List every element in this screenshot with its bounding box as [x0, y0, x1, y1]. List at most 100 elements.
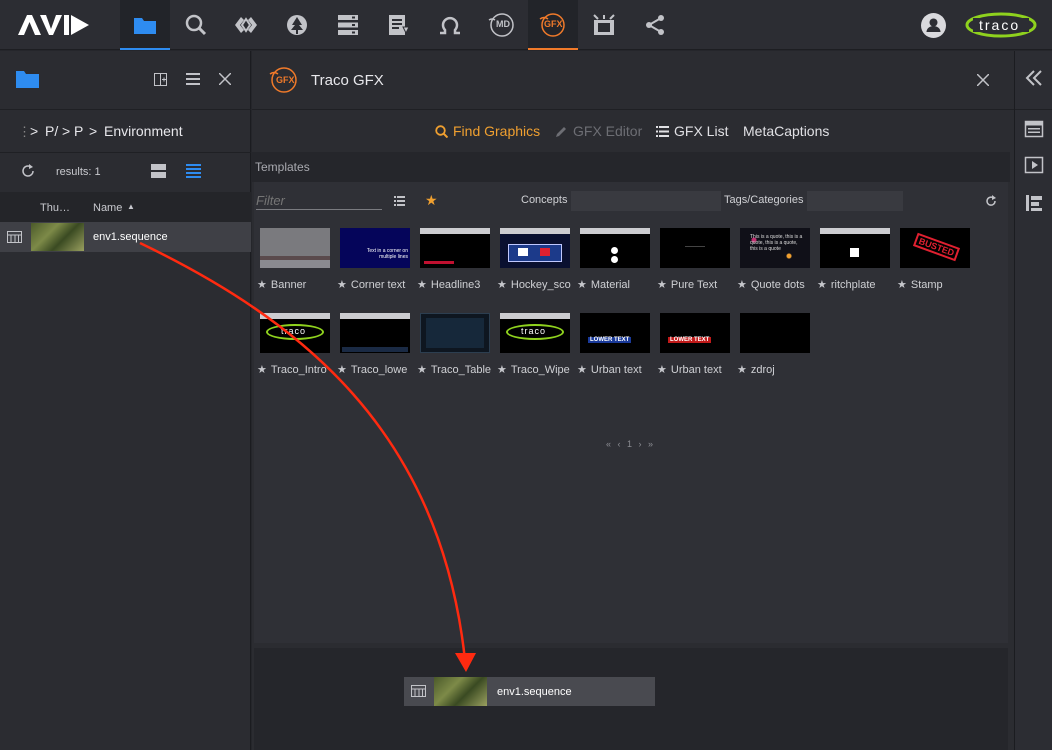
star-icon[interactable]: ★ [817, 279, 827, 291]
list-icon [656, 125, 669, 137]
close-icon[interactable] [977, 74, 989, 86]
nav-browse-button[interactable] [120, 0, 170, 50]
template-label: ★ Urban text [657, 364, 722, 376]
nav-gfx-button[interactable]: GFX [528, 0, 578, 50]
omega-icon [440, 16, 460, 35]
breadcrumb-separator: > [89, 123, 98, 139]
template-tile[interactable]: traco ★ Traco_Intro [257, 313, 333, 376]
template-tile[interactable]: ★ Pure Text [657, 228, 733, 291]
template-tile[interactable]: This is a quote, this is a quote, this i… [737, 228, 813, 291]
star-icon[interactable]: ★ [497, 364, 507, 376]
tab-find-graphics[interactable]: Find Graphics [435, 123, 540, 139]
nav-search-button[interactable] [171, 0, 221, 50]
column-header-thumbnail[interactable]: Thu… [40, 202, 70, 214]
panel-icon[interactable] [1024, 119, 1044, 139]
star-icon[interactable]: ★ [577, 364, 587, 376]
template-thumbnail: LOWER TEXT [580, 313, 650, 353]
star-icon[interactable]: ★ [737, 279, 747, 291]
template-thumbnail [260, 228, 330, 268]
template-label: ★ Urban text [577, 364, 642, 376]
menu-icon[interactable] [186, 73, 200, 85]
close-icon[interactable] [219, 73, 231, 85]
concepts-select[interactable] [571, 191, 721, 211]
star-icon[interactable]: ★ [897, 279, 907, 291]
template-tile[interactable]: ★ ritchplate [817, 228, 893, 291]
template-tile[interactable]: BUSTED ★ Stamp [897, 228, 973, 291]
template-tile[interactable]: ★ Traco_lowe [337, 313, 413, 376]
tab-gfx-editor[interactable]: GFX Editor [555, 123, 642, 139]
star-icon[interactable]: ★ [737, 364, 747, 376]
star-icon[interactable]: ★ [337, 364, 347, 376]
template-tile[interactable]: ★ Headline3 [417, 228, 493, 291]
user-avatar-button[interactable] [921, 13, 946, 38]
collapse-icon[interactable] [1024, 68, 1044, 88]
traco-logo: traco [965, 11, 1037, 39]
tags-label: Tags/Categories [724, 194, 804, 206]
dragged-item[interactable]: env1.sequence [404, 677, 655, 706]
nav-rundown-button[interactable] [374, 0, 424, 50]
player-icon[interactable] [1024, 155, 1044, 175]
breadcrumb-separator: > [30, 123, 39, 139]
template-tile[interactable]: ★ Hockey_sco [497, 228, 573, 291]
template-thumbnail [420, 228, 490, 268]
template-tile[interactable]: LOWER TEXT ★ Urban text [657, 313, 733, 376]
star-icon[interactable]: ★ [417, 279, 427, 291]
pane-split-icon[interactable] [154, 73, 167, 86]
template-thumbnail [820, 228, 890, 268]
storyboard-icon [593, 14, 615, 35]
nav-share-button[interactable] [630, 0, 680, 50]
folder-icon [16, 71, 39, 88]
favorites-star-icon[interactable]: ★ [425, 192, 438, 209]
timeline-icon[interactable] [1024, 193, 1044, 213]
star-icon[interactable]: ★ [577, 279, 587, 291]
template-tile[interactable]: ★ Banner [257, 228, 333, 291]
folder-icon [134, 18, 156, 34]
refresh-icon[interactable] [985, 195, 997, 207]
template-tile[interactable]: ★ Material [577, 228, 653, 291]
sequence-icon [7, 231, 22, 243]
nav-storyboard-button[interactable] [579, 0, 629, 50]
table-row[interactable]: env1.sequence [0, 222, 251, 252]
search-icon [435, 124, 448, 138]
breadcrumb-item[interactable]: P [74, 123, 83, 139]
nav-links-button[interactable] [221, 0, 271, 50]
star-icon[interactable]: ★ [337, 279, 347, 291]
template-tile[interactable]: ★ zdroj [737, 313, 813, 376]
star-icon[interactable]: ★ [257, 279, 267, 291]
pagination[interactable]: « ‹ 1 › » [606, 439, 655, 449]
grid-view-icon[interactable] [151, 164, 166, 178]
tab-metacaptions[interactable]: MetaCaptions [743, 123, 829, 139]
nav-md-button[interactable]: MD [476, 0, 526, 50]
template-thumbnail [340, 313, 410, 353]
refresh-icon[interactable] [20, 163, 36, 179]
nav-tree-button[interactable] [272, 0, 322, 50]
breadcrumb-separator: > [62, 123, 71, 139]
breadcrumb-current[interactable]: Environment [104, 123, 183, 139]
template-label: ★ Hockey_sco [497, 279, 571, 291]
template-tile[interactable]: ★ Traco_Table [417, 313, 493, 376]
table-header: Thu… Name ▲ [0, 192, 251, 222]
templates-area: ★ Concepts Tags/Categories ★Banner Text … [254, 182, 1008, 643]
breadcrumb-item[interactable]: P/ [45, 123, 58, 139]
gfx-panel: GFX Traco GFX Find Graphics GFX Editor G… [252, 51, 1014, 750]
template-tile[interactable]: Text in a corner on multiple lines ★ Corn… [337, 228, 413, 291]
nav-server-button[interactable] [323, 0, 373, 50]
templates-heading: Templates [255, 160, 310, 174]
star-icon[interactable]: ★ [257, 364, 267, 376]
list-icon[interactable] [394, 196, 405, 206]
thumbnail-text: Text in a corner on multiple lines [366, 248, 408, 260]
star-icon[interactable]: ★ [657, 364, 667, 376]
template-tile[interactable]: traco ★ Traco_Wipe [497, 313, 573, 376]
template-tile[interactable]: LOWER TEXT ★ Urban text [577, 313, 653, 376]
star-icon[interactable]: ★ [417, 364, 427, 376]
list-view-icon[interactable] [186, 164, 201, 178]
column-header-name[interactable]: Name [93, 202, 122, 214]
tab-gfx-list[interactable]: GFX List [656, 123, 728, 139]
star-icon[interactable]: ★ [497, 279, 507, 291]
tags-select[interactable] [807, 191, 903, 211]
search-icon [185, 14, 207, 36]
star-icon[interactable]: ★ [657, 279, 667, 291]
nav-audio-button[interactable] [425, 0, 475, 50]
filter-input[interactable] [256, 192, 382, 210]
user-icon [926, 18, 941, 32]
